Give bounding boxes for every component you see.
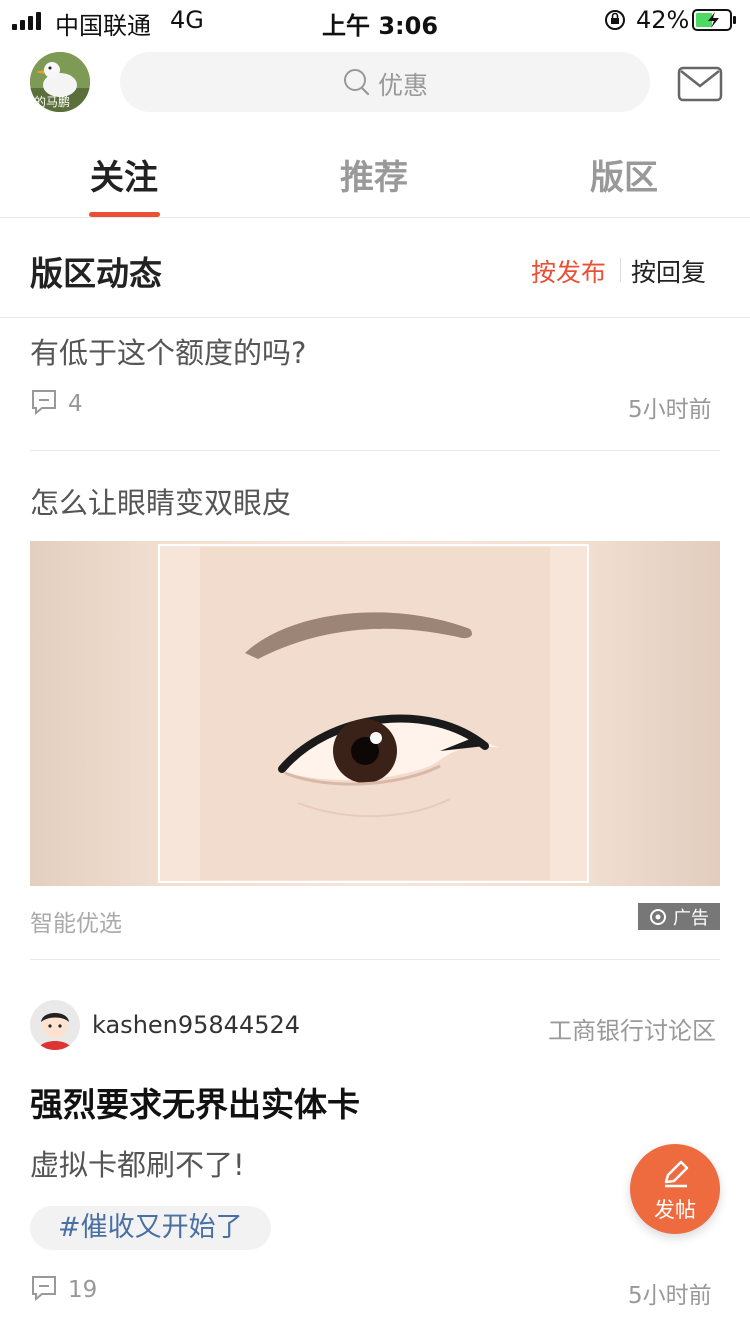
author-username[interactable]: kashen95844524 <box>92 1011 300 1039</box>
comment-count-value: 4 <box>68 391 83 417</box>
compose-post-label: 发帖 <box>654 1198 696 1222</box>
tab-boards[interactable]: 版区 <box>590 150 658 199</box>
sort-by-publish-button[interactable]: 按发布 <box>531 253 606 289</box>
search-placeholder: 优惠 <box>378 71 429 100</box>
comment-count[interactable]: 19 <box>30 1274 97 1306</box>
pencil-icon <box>660 1158 692 1194</box>
clock: 上午 3:06 <box>322 12 439 40</box>
search-icon <box>342 67 372 101</box>
comment-count[interactable]: 4 <box>30 388 83 420</box>
battery-charging-icon <box>692 9 738 35</box>
tabs-divider <box>0 217 750 218</box>
post-time: 5小时前 <box>628 1283 712 1309</box>
user-avatar[interactable]: 的马鹏 <box>30 52 90 112</box>
ad-source: 智能优选 <box>30 911 122 937</box>
post-body[interactable]: 虚拟卡都刷不了! <box>30 1142 245 1184</box>
battery-percent: 42% <box>636 6 690 34</box>
post-divider <box>30 450 720 451</box>
signal-icon <box>12 12 48 30</box>
status-bar: 中国联通 4G 上午 3:06 42% <box>0 0 750 40</box>
sort-by-reply-button[interactable]: 按回复 <box>631 253 706 289</box>
mail-icon[interactable] <box>677 66 723 106</box>
search-bar[interactable]: 优惠 <box>120 52 650 112</box>
post-time: 5小时前 <box>628 397 712 423</box>
comment-icon <box>30 388 58 420</box>
carrier-label: 中国联通 <box>55 12 151 40</box>
orientation-lock-icon <box>604 9 626 35</box>
post-title[interactable]: 有低于这个额度的吗? <box>30 330 306 372</box>
ad-badge-label: 广告 <box>673 907 709 929</box>
section-divider <box>0 317 750 318</box>
ad-image[interactable] <box>30 541 720 886</box>
comment-icon <box>30 1274 58 1306</box>
sort-separator <box>620 258 621 282</box>
network-label: 4G <box>170 6 204 34</box>
avatar-caption: 的马鹏 <box>34 95 71 109</box>
section-title: 版区动态 <box>30 254 162 293</box>
board-name[interactable]: 工商银行讨论区 <box>548 1011 716 1046</box>
tab-recommended[interactable]: 推荐 <box>340 150 408 199</box>
post-headline[interactable]: 强烈要求无界出实体卡 <box>30 1078 360 1126</box>
topic-tag[interactable]: #催收又开始了 <box>30 1206 271 1250</box>
ad-settings-icon <box>649 908 667 926</box>
ad-title[interactable]: 怎么让眼睛变双眼皮 <box>30 480 291 522</box>
comment-count-value: 19 <box>68 1277 98 1303</box>
ad-divider <box>30 959 720 960</box>
ad-badge[interactable]: 广告 <box>638 903 720 930</box>
compose-post-button[interactable]: 发帖 <box>630 1144 720 1234</box>
author-avatar[interactable] <box>30 1000 80 1050</box>
tab-following[interactable]: 关注 <box>90 150 158 199</box>
